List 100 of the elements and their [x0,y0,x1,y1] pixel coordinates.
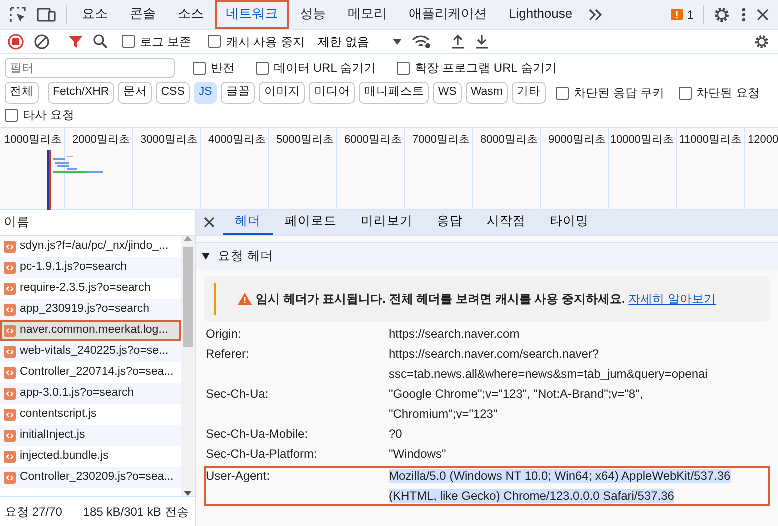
type-filter[interactable]: 기타 [512,82,546,104]
upload-icon[interactable] [451,34,466,49]
checkbox-label: 캐시 사용 중지 [226,34,306,50]
request-row[interactable]: initialInject.js [0,425,181,446]
timeline-tick-label: 4000밀리초 [201,128,269,209]
status-text: 요청 27/70 [5,504,62,520]
details-tab[interactable]: 페이로드 [273,210,349,235]
checkbox[interactable] [5,108,18,122]
settings-icon[interactable] [713,6,731,24]
details-tab[interactable]: 미리보기 [349,210,425,235]
type-filter[interactable]: Wasm [466,82,508,104]
type-filter[interactable]: WS [433,82,462,104]
section-header[interactable]: 요청 헤더 [196,242,778,270]
inspect-icon[interactable] [9,6,27,24]
more-options-icon[interactable] [741,6,747,22]
request-row[interactable]: pc-1.9.1.js?o=search [0,257,181,278]
request-row[interactable]: Controller_220714.js?o=sea... [0,362,181,383]
panel-tab[interactable]: 성능 [289,0,337,29]
request-row[interactable]: app_230919.js?o=search [0,299,181,320]
learn-more-link[interactable]: 자세히 알아보기 [628,292,716,306]
timeline-tick-label: 3000밀리초 [133,128,201,209]
throttling-dropdown[interactable]: 제한 없음 [313,32,408,50]
panel-tab[interactable]: Lighthouse [498,0,584,29]
header-value: ?0 [389,426,402,443]
issue-icon [671,8,684,20]
network-conditions-icon[interactable] [412,34,432,48]
header-name: Sec-Ch-Ua: [206,386,270,403]
header-name: Referer: [206,346,250,363]
type-filter[interactable]: 매니페스트 [359,82,430,104]
checkbox-label: 타사 요청 [23,107,74,124]
script-file-icon [4,282,16,294]
column-header[interactable]: 이름 [0,210,195,236]
panel-tab[interactable]: 요소 [71,0,119,29]
type-filter[interactable]: Fetch/XHR [48,82,114,104]
caret-icon [393,38,402,44]
script-file-icon [4,262,16,274]
type-filter[interactable]: 전체 [5,82,39,104]
header-value: "Google Chrome";v="123", "Not:A-Brand";v="8", [389,386,644,403]
checkbox[interactable] [193,62,206,74]
request-row[interactable]: app-3.0.1.js?o=search [0,383,181,404]
scrollbar[interactable] [181,236,195,496]
header-value: https://search.naver.com/search.naver? [389,346,600,363]
request-row[interactable]: web-vitals_240225.js?o=se... [0,341,181,362]
request-row[interactable]: contentscript.js [0,404,181,425]
close-icon[interactable] [204,217,215,228]
type-filter[interactable]: 미디어 [309,82,356,104]
timeline-tick-label: 6000밀리초 [337,128,405,209]
script-file-icon [4,240,16,252]
checkbox-label: 로그 보존 [140,34,192,50]
clear-icon[interactable] [34,34,50,50]
panel-tab[interactable]: 애플리케이션 [398,0,498,29]
type-filter[interactable]: 문서 [118,82,152,104]
checkbox[interactable] [397,62,410,74]
timeline-tick-label: 12000 [747,133,778,148]
type-filter[interactable]: 이미지 [259,82,306,104]
request-row[interactable]: require-2.3.5.js?o=search [0,278,181,299]
checkbox-label: 데이터 URL 숨기기 [274,60,376,77]
search-icon[interactable] [93,34,108,49]
details-tab[interactable]: 응답 [425,210,475,235]
request-row[interactable]: sdyn.js?f=/au/pc/_nx/jindo_... [0,236,181,257]
device-icon[interactable] [37,6,57,24]
details-tab[interactable]: 헤더 [223,210,273,235]
script-file-icon [4,324,16,336]
script-file-icon [4,472,16,484]
type-filter[interactable]: 글꼴 [221,82,256,104]
panel-tab[interactable]: 콘솔 [119,0,167,29]
warning-text: 임시 헤더가 표시됩니다. 전체 헤더를 보려면 캐시를 사용 중지하세요. 자세히 알아보기 [256,291,716,308]
request-row[interactable]: naver.common.meerkat.log... [0,320,181,341]
checkbox[interactable] [256,62,269,74]
checkbox[interactable] [122,35,135,48]
script-file-icon [4,388,16,400]
header-name: Origin: [206,326,242,343]
header-name: Sec-Ch-Ua-Mobile: [206,426,310,443]
checkbox[interactable] [556,86,570,100]
request-row[interactable]: Controller_230209.js?o=sea... [0,467,181,488]
header-name: User-Agent: [206,468,272,485]
type-filter[interactable]: CSS [156,82,190,104]
stop-recording-icon[interactable] [8,34,24,50]
settings-icon[interactable] [754,34,770,50]
panel-tab[interactable]: 소스 [167,0,215,29]
checkbox[interactable] [678,86,692,100]
waterfall-drawing [47,150,103,210]
timeline-tick-label: 8000밀리초 [473,128,541,209]
issues-button[interactable]: 1 [666,0,699,29]
checkbox-label: 차단된 요청 [696,85,760,102]
script-file-icon [4,346,16,358]
checkbox-label: 확장 프로그램 URL 숨기기 [415,60,557,77]
details-tab[interactable]: 시작점 [475,210,538,235]
checkbox[interactable] [208,35,222,48]
download-icon[interactable] [475,34,490,49]
panel-tab[interactable]: 메모리 [337,0,398,29]
details-tab[interactable]: 타이밍 [538,210,601,235]
more-tabs-icon[interactable] [588,8,603,20]
timeline-tick-label: 11000밀리초 [677,128,745,209]
panel-tab[interactable]: 네트워크 [215,0,289,29]
close-icon[interactable] [757,8,769,20]
type-filter[interactable]: JS [194,82,218,104]
filter-field[interactable]: 필터 [5,58,175,78]
request-row[interactable]: injected.bundle.js [0,446,181,467]
filter-icon[interactable] [69,34,83,48]
